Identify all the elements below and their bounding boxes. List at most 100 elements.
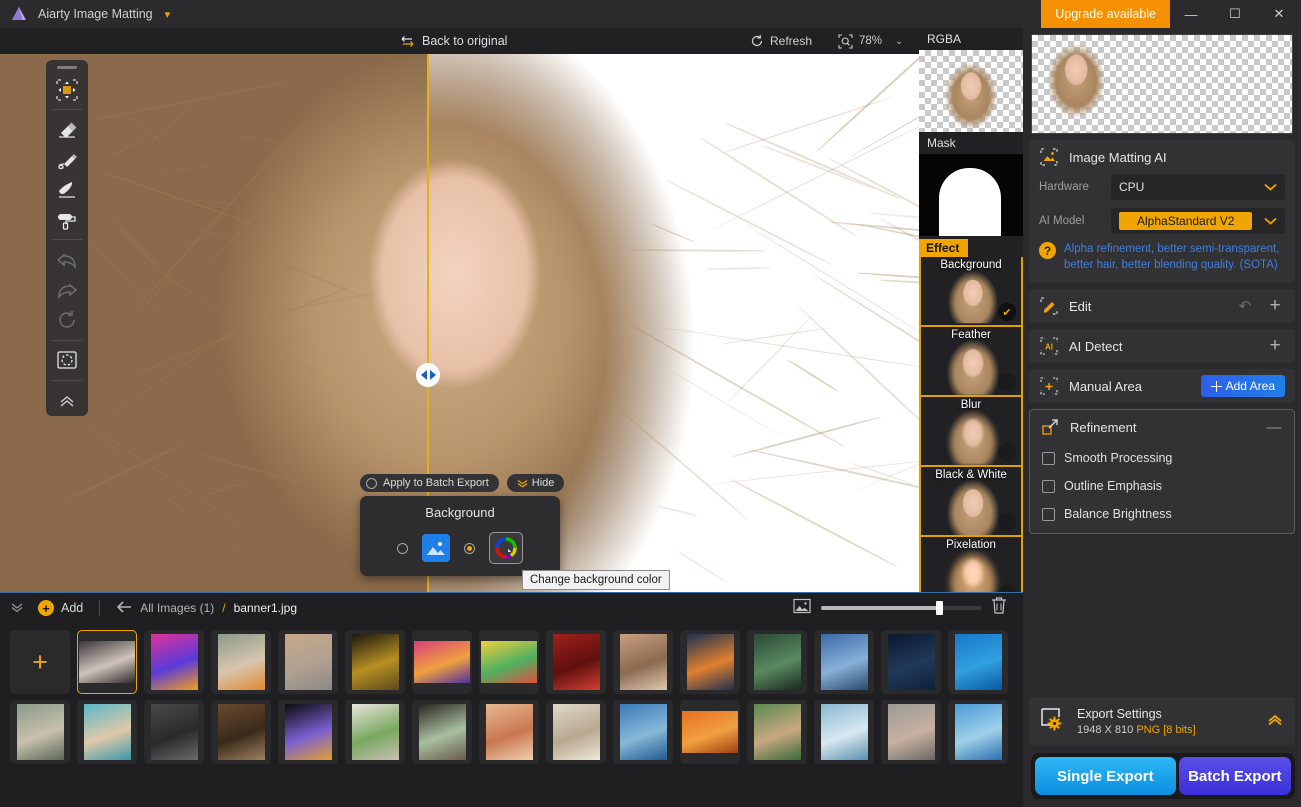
thumb-purple-flower[interactable] <box>278 700 338 764</box>
thumb-curly-hair[interactable] <box>412 700 472 764</box>
help-icon[interactable]: ? <box>1039 242 1056 259</box>
refresh-button[interactable]: Refresh <box>750 34 812 48</box>
breadcrumb-back-icon[interactable] <box>116 601 132 616</box>
thumb-sky-blue[interactable] <box>948 700 1008 764</box>
edit-add-button[interactable]: + <box>1265 296 1285 316</box>
edit-header[interactable]: Edit ↶ + <box>1029 289 1295 323</box>
effect-radio[interactable] <box>998 443 1016 461</box>
effect-item-blur[interactable]: Blur <box>921 397 1021 467</box>
outline-emphasis-checkbox[interactable] <box>1042 480 1055 493</box>
thumb-car-sunset[interactable] <box>412 630 472 694</box>
undo-tool[interactable] <box>50 245 84 275</box>
thumb-swimmer[interactable] <box>613 700 673 764</box>
apply-batch-radio[interactable] <box>366 478 377 489</box>
move-tool[interactable] <box>50 75 84 105</box>
zoom-control[interactable]: 78% <box>838 34 882 49</box>
effect-item-black-white[interactable]: Black & White <box>921 467 1021 537</box>
thumb-flower-crown[interactable] <box>211 630 271 694</box>
effect-tab[interactable]: Effect <box>919 239 968 257</box>
thumb-orange-sunset[interactable] <box>680 700 740 764</box>
ai-detect-add-button[interactable]: + <box>1265 336 1285 356</box>
thumb-color-fan[interactable] <box>479 630 539 694</box>
collapse-filmstrip-icon[interactable] <box>10 601 24 615</box>
redo-tool[interactable] <box>50 275 84 305</box>
effect-radio[interactable] <box>998 513 1016 531</box>
smooth-processing-checkbox[interactable] <box>1042 452 1055 465</box>
balance-brightness-checkbox[interactable] <box>1042 508 1055 521</box>
single-export-button[interactable]: Single Export <box>1035 757 1176 795</box>
comparison-slider-handle[interactable] <box>416 363 440 387</box>
zoom-level-label: 78% <box>859 35 882 47</box>
background-image-swatch[interactable] <box>422 534 450 562</box>
batch-export-button[interactable]: Batch Export <box>1179 757 1291 795</box>
hide-button[interactable]: Hide <box>507 474 565 492</box>
thumb-man-bw[interactable] <box>144 700 204 764</box>
thumb-man-green[interactable] <box>747 630 807 694</box>
brush-tool[interactable] <box>50 175 84 205</box>
trash-icon[interactable] <box>990 596 1008 620</box>
minimize-button[interactable]: — <box>1169 0 1213 28</box>
pen-tool[interactable] <box>50 145 84 175</box>
thumb-abstract-pink[interactable] <box>144 630 204 694</box>
thumb-warm-figure[interactable] <box>211 700 271 764</box>
manual-area-section: Manual Area Add Area <box>1029 369 1295 403</box>
thumb-red-figure[interactable] <box>546 630 606 694</box>
thumb-city-night[interactable] <box>680 630 740 694</box>
collapse-rail-button[interactable] <box>50 386 84 416</box>
thumb-woman-gray[interactable] <box>881 700 941 764</box>
mask-thumbnail[interactable] <box>919 154 1023 236</box>
thumb-lake-woman[interactable] <box>10 700 70 764</box>
thumb-street-white[interactable] <box>345 700 405 764</box>
thumb-teal-portrait[interactable] <box>77 700 137 764</box>
effect-item-pixelation[interactable]: Pixelation <box>921 537 1021 592</box>
export-settings-panel[interactable]: Export Settings 1948 X 810 PNG [8 bits] <box>1029 697 1295 745</box>
eraser-tool[interactable] <box>50 115 84 145</box>
chevron-down-icon[interactable]: ▾ <box>165 8 171 21</box>
background-color-radio[interactable] <box>464 543 475 554</box>
effect-item-feather[interactable]: Feather <box>921 327 1021 397</box>
background-image-radio[interactable] <box>397 543 408 554</box>
rgba-thumbnail[interactable] <box>919 50 1023 132</box>
smooth-processing-checkbox-row[interactable]: Smooth Processing <box>1030 444 1294 472</box>
slider-knob[interactable] <box>936 601 943 615</box>
background-color-swatch[interactable] <box>489 532 523 564</box>
refinement-collapse-icon[interactable]: — <box>1264 417 1284 437</box>
thumb-water-splash[interactable] <box>814 700 874 764</box>
edit-undo-icon[interactable]: ↶ <box>1235 296 1255 316</box>
effect-radio[interactable] <box>998 373 1016 391</box>
maximize-button[interactable]: ☐ <box>1213 0 1257 28</box>
thumb-street[interactable] <box>278 630 338 694</box>
thumb-glasses-blue[interactable] <box>948 630 1008 694</box>
refinement-header[interactable]: Refinement — <box>1030 410 1294 444</box>
add-images-button[interactable]: + Add <box>38 600 83 616</box>
hardware-select[interactable]: CPU <box>1111 174 1285 200</box>
export-settings-chevron-icon[interactable] <box>1265 712 1285 730</box>
effect-item-background[interactable]: Background ✔ <box>921 257 1021 327</box>
thumb-jump-blue[interactable] <box>814 630 874 694</box>
thumb-dark-yellow[interactable] <box>345 630 405 694</box>
thumb-hands-green[interactable] <box>747 700 807 764</box>
reset-tool[interactable] <box>50 305 84 335</box>
thumb-portrait-1[interactable] <box>77 630 137 694</box>
thumb-blonde-woman[interactable] <box>613 630 673 694</box>
add-image-cell[interactable]: + <box>10 630 70 694</box>
upgrade-available-button[interactable]: Upgrade available <box>1041 0 1170 28</box>
selection-tool[interactable] <box>50 346 84 376</box>
thumb-eye-closeup[interactable] <box>479 700 539 764</box>
thumb-night-sky[interactable] <box>881 630 941 694</box>
close-button[interactable]: ✕ <box>1257 0 1301 28</box>
zoom-dropdown-caret-icon[interactable]: ⌄ <box>895 36 903 47</box>
ai-detect-header[interactable]: AI AI Detect + <box>1029 329 1295 363</box>
ai-model-select[interactable]: AlphaStandard V2 <box>1111 208 1285 234</box>
breadcrumb-all-images[interactable]: All Images (1) <box>140 601 214 615</box>
add-area-button[interactable]: Add Area <box>1201 375 1285 397</box>
back-to-original-button[interactable]: Back to original <box>400 34 507 48</box>
apply-to-batch-export-toggle[interactable]: Apply to Batch Export <box>360 474 499 492</box>
result-preview[interactable] <box>1031 34 1293 134</box>
outline-emphasis-checkbox-row[interactable]: Outline Emphasis <box>1030 472 1294 500</box>
balance-brightness-checkbox-row[interactable]: Balance Brightness <box>1030 500 1294 533</box>
rail-grip[interactable] <box>57 66 77 69</box>
thumb-bride[interactable] <box>546 700 606 764</box>
roller-tool[interactable] <box>50 205 84 235</box>
thumbnail-size-slider[interactable] <box>821 606 981 610</box>
